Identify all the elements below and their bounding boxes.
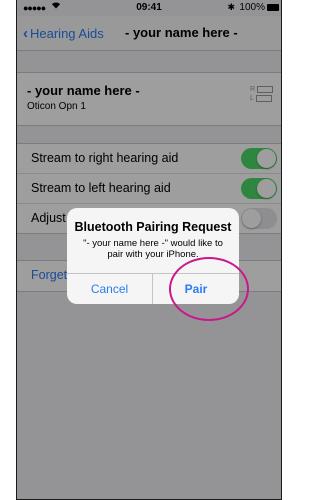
alert-message: "- your name here -" would like to pair … [83, 238, 223, 260]
pair-button[interactable]: Pair [153, 274, 239, 304]
phone-screen: ●●●●● 09:41 ✱ 100% ‹ Hearing Aids - your … [16, 0, 282, 500]
bluetooth-pairing-alert: Bluetooth Pairing Request "- your name h… [67, 208, 239, 304]
alert-title: Bluetooth Pairing Request [74, 220, 232, 234]
alert-actions: Cancel Pair [67, 273, 239, 304]
cancel-button[interactable]: Cancel [67, 274, 153, 304]
